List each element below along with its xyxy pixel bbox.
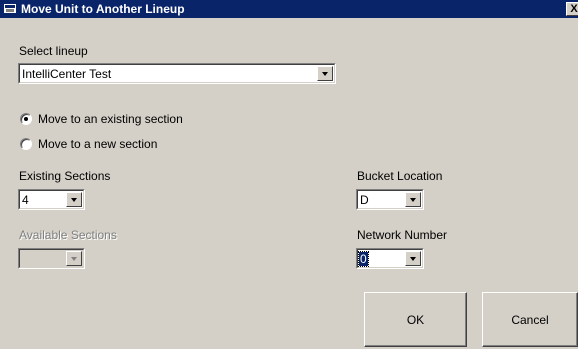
radio-existing-section[interactable] — [20, 113, 32, 125]
dialog-window: Move Unit to Another Lineup X Select lin… — [0, 0, 578, 349]
radio-existing-section-label[interactable]: Move to an existing section — [38, 112, 183, 126]
existing-sections-label: Existing Sections — [19, 169, 111, 183]
radio-new-section[interactable] — [20, 138, 32, 150]
bucket-location-value: D — [360, 193, 369, 207]
chevron-down-icon[interactable] — [66, 192, 82, 207]
available-sections-label: Available Sections — [19, 228, 117, 242]
cancel-button[interactable]: Cancel — [482, 292, 578, 347]
select-lineup-label: Select lineup — [19, 44, 88, 58]
network-number-label: Network Number — [357, 228, 448, 242]
bucket-location-label: Bucket Location — [357, 169, 443, 183]
chevron-down-icon[interactable] — [405, 251, 421, 266]
network-number-select[interactable]: 0 — [356, 248, 424, 269]
chevron-down-icon[interactable] — [317, 66, 333, 81]
available-sections-select — [18, 248, 85, 269]
bucket-location-select[interactable]: D — [356, 189, 424, 210]
lineup-select[interactable]: IntelliCenter Test — [18, 63, 336, 84]
chevron-down-icon — [66, 251, 82, 266]
app-icon — [4, 4, 16, 13]
radio-new-section-label[interactable]: Move to a new section — [38, 137, 157, 151]
title-bar[interactable]: Move Unit to Another Lineup X — [0, 0, 578, 18]
lineup-select-value: IntelliCenter Test — [22, 67, 112, 81]
existing-sections-value: 4 — [22, 193, 29, 207]
network-number-value: 0 — [358, 251, 369, 267]
close-button[interactable]: X — [566, 2, 578, 16]
window-title: Move Unit to Another Lineup — [21, 2, 185, 16]
existing-sections-select[interactable]: 4 — [18, 189, 85, 210]
ok-button[interactable]: OK — [364, 292, 467, 347]
chevron-down-icon[interactable] — [405, 192, 421, 207]
